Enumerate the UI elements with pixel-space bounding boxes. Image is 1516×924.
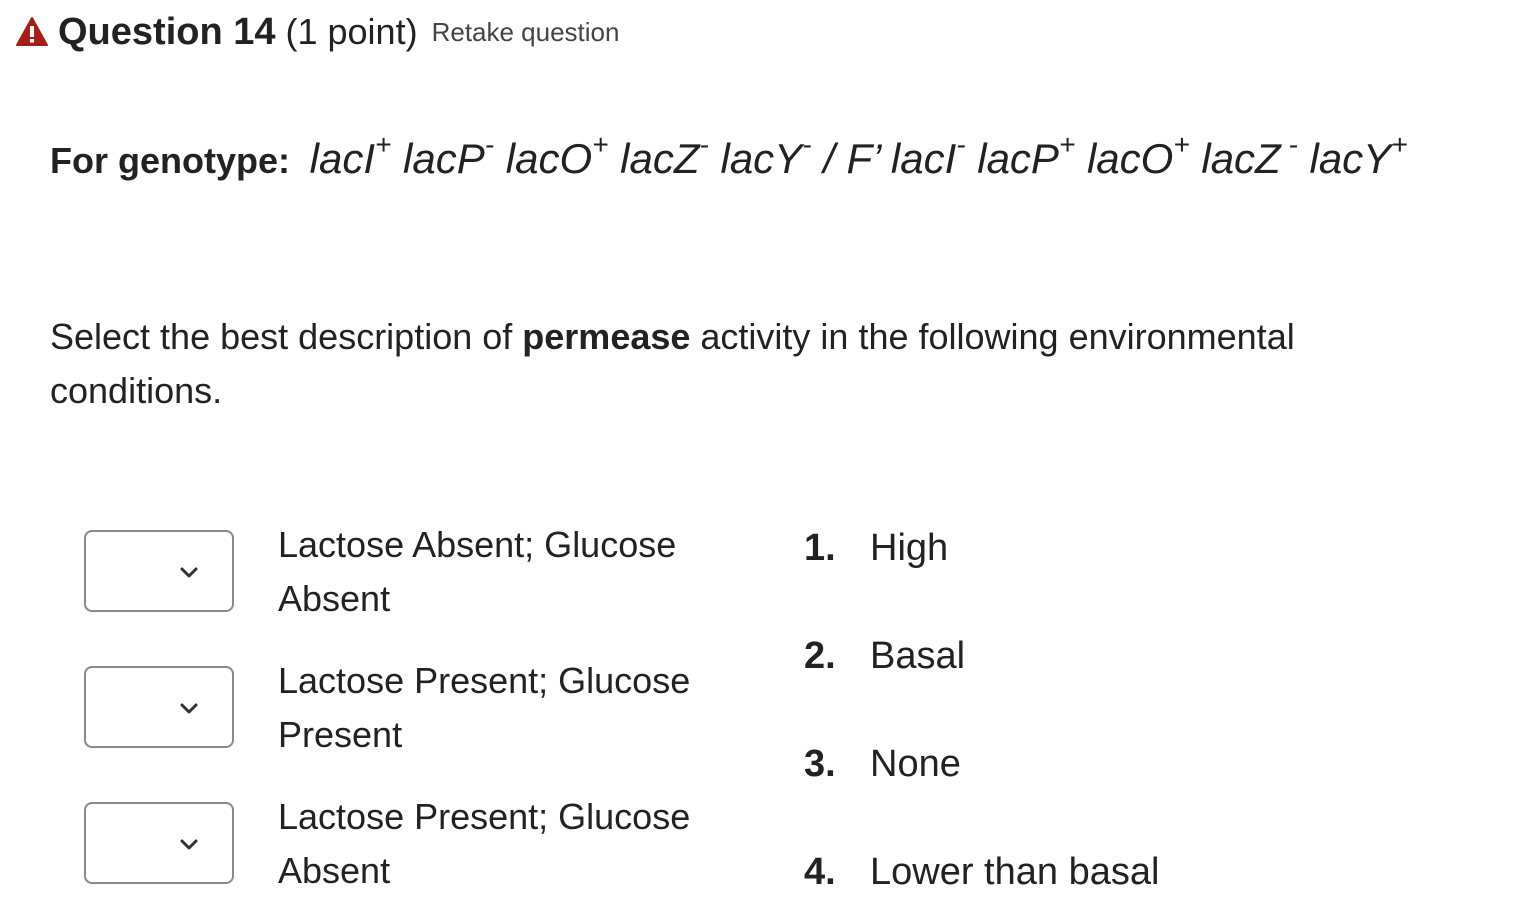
allele-superscript: - [484,129,495,160]
genotype-allele: lacI [309,135,376,182]
option-number: 2. [804,635,836,677]
option-item: 2. Basal [804,626,965,686]
warning-icon [16,17,48,46]
answer-dropdown[interactable] [84,530,234,612]
retake-question-link[interactable]: Retake question [432,17,620,48]
genotype-allele: lacO [494,135,593,182]
option-number: 3. [804,743,836,785]
allele-superscript: - [699,129,709,160]
option-number: 4. [804,851,836,893]
allele-superscript: + [1391,129,1408,160]
question-instructions: Select the best description of permease … [50,310,1470,418]
allele-superscript: + [375,129,392,160]
option-item: 1. High [804,518,948,578]
genotype-allele: lacO [1075,135,1174,182]
option-label: Lower than basal [870,851,1160,893]
genotype-allele: lacY [1297,135,1392,182]
genotype-allele: lacY [708,135,803,182]
allele-superscript: + [592,129,609,160]
option-item: 3. None [804,734,961,794]
option-item: 4. Lower than basal [804,842,1159,902]
allele-superscript: - [1280,129,1298,160]
genotype-statement: For genotype: lacI+ lacP- lacO+ lacZ- la… [50,122,1470,198]
genotype-allele: lacP [391,135,485,182]
allele-superscript: - [956,129,966,160]
instruction-text-pre: Select the best description of [50,316,523,357]
allele-superscript: + [1058,129,1076,160]
genotype-text: lacI+ lacP- lacO+ lacZ- lacY- / F’ lacI-… [309,131,1408,183]
allele-superscript: - [802,129,812,160]
genotype-allele: lacZ [1189,135,1281,182]
chevron-down-icon [180,567,198,578]
genotype-allele: / F’ lacI [811,135,957,182]
genotype-allele: lacP [965,135,1059,182]
chevron-down-icon [180,703,198,714]
option-label: None [870,743,961,785]
genotype-allele: lacZ [608,135,700,182]
condition-label: Lactose Absent; Glucose Absent [278,524,677,619]
option-label: Basal [870,635,966,677]
option-label: High [870,527,949,569]
allele-superscript: + [1173,129,1190,160]
question-points: (1 point) [285,11,418,52]
answer-dropdown[interactable] [84,666,234,748]
chevron-down-icon [180,839,198,850]
instruction-emphasis: permease [522,316,691,357]
condition-label: Lactose Present; Glucose Present [278,660,691,755]
question-header: Question 14 (1 point) Retake question [16,6,619,58]
option-number: 1. [804,527,836,569]
condition-label: Lactose Present; Glucose Absent [278,796,691,891]
genotype-lead: For genotype: [50,140,290,181]
question-title: Question 14 [58,10,276,53]
answer-dropdown[interactable] [84,802,234,884]
